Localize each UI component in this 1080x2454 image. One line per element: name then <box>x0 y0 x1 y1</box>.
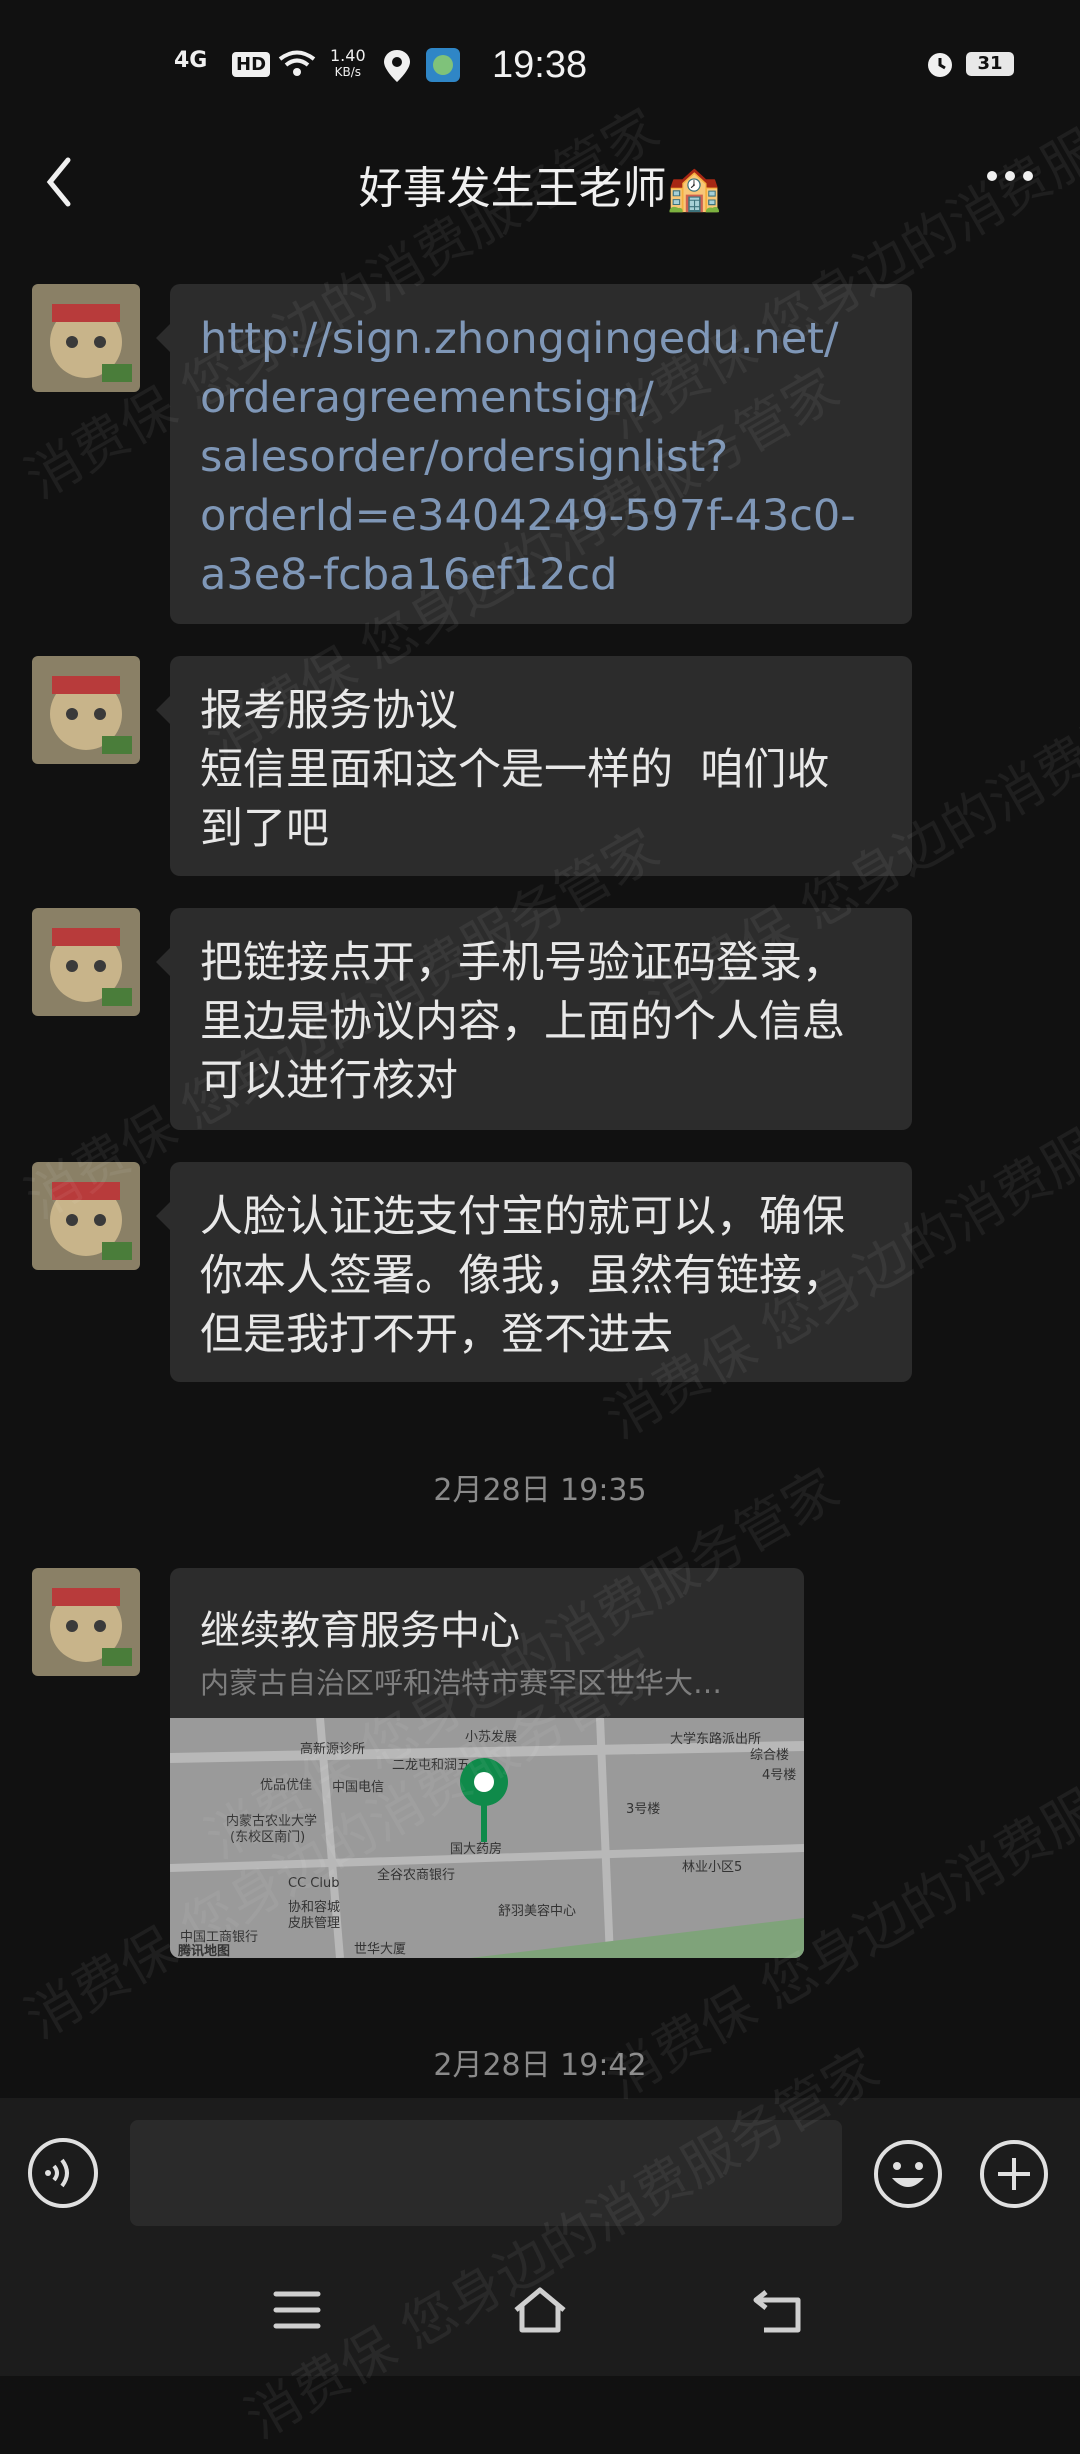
message-bubble[interactable]: 把链接点开，手机号验证码登录， 里边是协议内容，上面的个人信息 可以进行核对 <box>156 908 912 1130</box>
location-address: 内蒙古自治区呼和浩特市赛罕区世华大… <box>200 1666 723 1700</box>
link-line: http://sign.zhongqingedu.net/ <box>200 314 839 364</box>
emoji-icon <box>874 2140 942 2208</box>
message-line: 报考服务协议 <box>200 686 458 736</box>
link-line: salesorder/ordersignlist? <box>200 432 729 482</box>
emoji-button[interactable] <box>872 2138 944 2210</box>
map-label: 全谷农商银行 <box>377 1868 456 1883</box>
chat-title: 好事发生王老师🏫 <box>358 163 722 214</box>
message-bubble[interactable]: 报考服务协议 短信里面和这个是一样的 咱们收 到了吧 <box>156 656 912 876</box>
map-label: 高新源诊所 <box>300 1742 366 1757</box>
map-label: 综合楼 <box>750 1748 790 1763</box>
message-line: 你本人签署。像我，虽然有链接， <box>200 1251 845 1301</box>
map-preview: 小苏发展 大学东路派出所 综合楼 高新源诊所 二龙屯和润五 中国电信 优品优佳 … <box>170 1718 804 1958</box>
message-line: 把链接点开，手机号验证码登录， <box>200 938 845 988</box>
message-line: 里边是协议内容，上面的个人信息 <box>200 997 845 1047</box>
map-attribution: 腾讯地图 <box>178 1944 231 1958</box>
add-button[interactable] <box>978 2138 1050 2210</box>
alarm-icon <box>924 48 956 84</box>
more-dots-icon <box>987 171 1033 181</box>
message-line: 到了吧 <box>200 804 329 854</box>
chat-input-bar <box>0 2098 1080 2248</box>
more-button[interactable] <box>970 140 1050 220</box>
avatar[interactable] <box>32 656 140 764</box>
map-label: 世华大厦 <box>354 1942 407 1957</box>
voice-button[interactable] <box>28 2138 98 2208</box>
message-bubble-link[interactable]: http://sign.zhongqingedu.net/ orderagree… <box>156 284 912 624</box>
voice-icon <box>45 2158 69 2188</box>
link-line: orderId=e3404249-597f-43c0- <box>200 491 856 541</box>
app-notification-icon <box>426 48 460 86</box>
plus-icon <box>980 2140 1048 2208</box>
avatar[interactable] <box>32 1568 140 1676</box>
home-button[interactable] <box>510 2284 570 2340</box>
avatar[interactable] <box>32 1162 140 1270</box>
system-nav-bar <box>0 2248 1080 2376</box>
location-title: 继续教育服务中心 <box>200 1608 520 1654</box>
map-label: 皮肤管理 <box>288 1916 341 1931</box>
map-label: 3号楼 <box>626 1802 661 1817</box>
link-line: orderagreementsign/ <box>200 373 654 423</box>
map-label: 小苏发展 <box>465 1730 518 1745</box>
message-line: 人脸认证选支付宝的就可以，确保 <box>200 1192 845 1242</box>
back-nav-button[interactable] <box>752 2286 808 2340</box>
return-icon <box>753 2290 801 2333</box>
hd-badge: HD <box>232 52 271 77</box>
map-label: 优品优佳 <box>260 1778 313 1793</box>
map-label: (东校区南门) <box>230 1830 306 1845</box>
avatar[interactable] <box>32 284 140 392</box>
message-bubble[interactable]: 人脸认证选支付宝的就可以，确保 你本人签署。像我，虽然有链接， 但是我打不开，登… <box>156 1162 912 1382</box>
message-input[interactable] <box>130 2120 842 2226</box>
map-label: CC Club <box>288 1876 340 1891</box>
avatar[interactable] <box>32 908 140 1016</box>
message-line: 但是我打不开，登不进去 <box>200 1310 673 1360</box>
location-card[interactable]: 继续教育服务中心 内蒙古自治区呼和浩特市赛罕区世华大… 小苏发展 大学东路派出所… <box>170 1568 804 1958</box>
message-line: 可以进行核对 <box>200 1056 458 1106</box>
map-label: 大学东路派出所 <box>670 1732 762 1747</box>
menu-button[interactable] <box>272 2288 322 2336</box>
net-speed: 1.40 KB/s <box>330 46 366 80</box>
wifi-icon <box>278 50 316 82</box>
map-pin-icon <box>460 1758 508 1842</box>
message-line: 短信里面和这个是一样的 咱们收 <box>200 745 830 795</box>
map-label: 4号楼 <box>762 1768 797 1783</box>
map-label: 林业小区5 <box>682 1860 743 1875</box>
map-label: 舒羽美容中心 <box>498 1904 577 1919</box>
network-indicator: 4G <box>174 48 208 73</box>
map-label: 中国电信 <box>332 1780 385 1795</box>
status-bar: 4G HD 1.40 KB/s 19:38 31 <box>0 0 1080 130</box>
menu-icon <box>273 2291 321 2329</box>
home-icon <box>514 2287 566 2333</box>
message-timestamp: 2月28日 19:42 <box>433 2048 647 2083</box>
battery-icon: 31 <box>966 52 1014 76</box>
location-pin-icon <box>384 50 410 86</box>
status-time: 19:38 <box>492 44 588 86</box>
chat-header: 好事发生王老师🏫 <box>0 130 1080 270</box>
link-line: a3e8-fcba16ef12cd <box>200 550 618 600</box>
message-timestamp: 2月28日 19:35 <box>433 1473 647 1508</box>
